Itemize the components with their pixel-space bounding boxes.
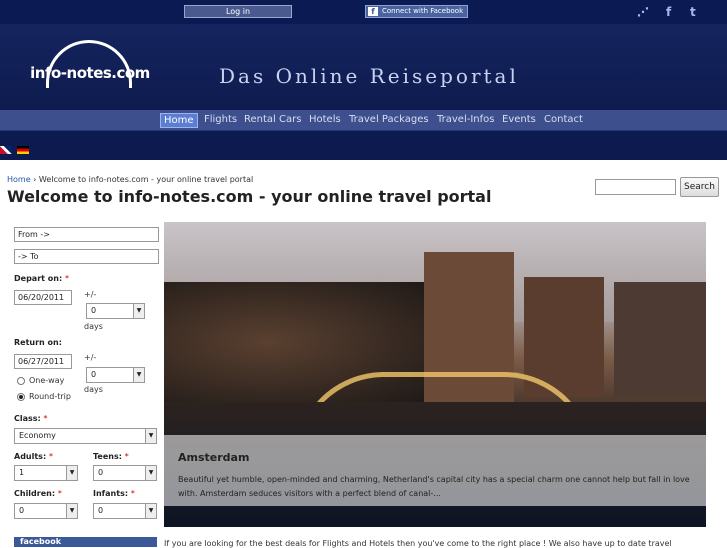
login-button[interactable]: Log in <box>184 5 292 18</box>
children-select[interactable]: 0 ▼ <box>14 503 78 519</box>
chevron-down-icon: ▼ <box>145 504 156 518</box>
logo-text: info-notes.com <box>30 64 150 82</box>
breadcrumb: Home › Welcome to info-notes.com - your … <box>7 175 253 184</box>
top-bar <box>0 0 727 24</box>
breadcrumb-home-link[interactable]: Home <box>7 175 31 184</box>
depart-date-field[interactable]: 06/20/2011 <box>14 290 72 305</box>
chevron-down-icon: ▼ <box>145 466 156 480</box>
required-mark: * <box>124 452 129 461</box>
one-way-radio[interactable] <box>17 377 25 385</box>
breadcrumb-current: Welcome to info-notes.com - your online … <box>38 175 254 184</box>
chevron-down-icon: ▼ <box>133 368 144 382</box>
return-flex-select[interactable]: 0 ▼ <box>86 367 145 383</box>
nav-home[interactable]: Home <box>160 113 198 128</box>
required-mark: * <box>130 489 135 498</box>
class-label-text: Class: <box>14 414 41 423</box>
children-label-text: Children: <box>14 489 56 498</box>
depart-days-label: days <box>84 322 103 331</box>
facebook-connect-button[interactable]: f Connect with Facebook <box>365 5 468 18</box>
round-trip-label: Round-trip <box>29 392 71 401</box>
nav-rental-cars[interactable]: Rental Cars <box>241 113 304 126</box>
depart-flex-select[interactable]: 0 ▼ <box>86 303 145 319</box>
nav-hotels[interactable]: Hotels <box>306 113 344 126</box>
feature-image[interactable]: Amsterdam Beautiful yet humble, open-min… <box>164 222 706 527</box>
feature-title[interactable]: Amsterdam <box>178 451 249 464</box>
logo[interactable]: info-notes.com <box>30 40 150 94</box>
facebook-icon: f <box>368 7 378 16</box>
german-flag-icon[interactable] <box>17 146 29 154</box>
required-mark: * <box>64 274 69 283</box>
depart-label-text: Depart on: <box>14 274 63 283</box>
infants-label-text: Infants: <box>93 489 129 498</box>
class-label: Class: * <box>14 414 48 423</box>
facebook-icon[interactable]: f <box>666 5 671 19</box>
search-button[interactable]: Search <box>680 177 719 197</box>
to-field[interactable]: -> To <box>14 249 159 264</box>
from-field[interactable]: From -> <box>14 227 159 242</box>
depart-label: Depart on: * <box>14 274 69 283</box>
infants-select[interactable]: 0 ▼ <box>93 503 157 519</box>
english-flag-icon[interactable] <box>0 146 12 154</box>
nav-travel-packages[interactable]: Travel Packages <box>346 113 432 126</box>
teens-label: Teens: * <box>93 452 129 461</box>
depart-plusminus: +/- <box>84 290 97 299</box>
adults-label: Adults: * <box>14 452 53 461</box>
children-value: 0 <box>19 506 25 515</box>
nav-contact[interactable]: Contact <box>541 113 586 126</box>
return-date-field[interactable]: 06/27/2011 <box>14 354 72 369</box>
feature-text: Beautiful yet humble, open-minded and ch… <box>178 475 690 498</box>
one-way-label: One-way <box>29 376 65 385</box>
infants-label: Infants: * <box>93 489 135 498</box>
nav-travel-infos[interactable]: Travel-Infos <box>434 113 497 126</box>
required-mark: * <box>48 452 53 461</box>
nav-events[interactable]: Events <box>499 113 539 126</box>
teens-label-text: Teens: <box>93 452 122 461</box>
depart-flex-value: 0 <box>91 306 97 315</box>
required-mark: * <box>57 489 62 498</box>
facebook-connect-label: Connect with Facebook <box>382 7 464 15</box>
slogan: Das Online Reiseportal <box>219 64 519 88</box>
building <box>614 282 706 397</box>
return-days-label: days <box>84 385 103 394</box>
teens-value: 0 <box>98 468 104 477</box>
nav-flights[interactable]: Flights <box>201 113 240 126</box>
page-title: Welcome to info-notes.com - your online … <box>7 187 492 206</box>
search-input[interactable] <box>595 179 676 195</box>
breadcrumb-separator: › <box>30 175 39 184</box>
adults-label-text: Adults: <box>14 452 47 461</box>
facebook-widget[interactable]: facebook <box>14 537 157 547</box>
chevron-down-icon: ▼ <box>133 304 144 318</box>
intro-text: If you are looking for the best deals fo… <box>164 539 672 548</box>
required-mark: * <box>43 414 48 423</box>
return-plusminus: +/- <box>84 353 97 362</box>
return-label: Return on: <box>14 338 62 347</box>
class-value: Economy <box>19 431 56 440</box>
chevron-down-icon: ▼ <box>66 504 77 518</box>
twitter-icon[interactable]: t <box>690 5 696 19</box>
language-bar <box>0 130 727 160</box>
chevron-down-icon: ▼ <box>145 429 156 443</box>
infants-value: 0 <box>98 506 104 515</box>
chevron-down-icon: ▼ <box>66 466 77 480</box>
adults-select[interactable]: 1 ▼ <box>14 465 78 481</box>
teens-select[interactable]: 0 ▼ <box>93 465 157 481</box>
adults-value: 1 <box>19 468 25 477</box>
children-label: Children: * <box>14 489 62 498</box>
round-trip-radio[interactable] <box>17 393 25 401</box>
rss-icon[interactable]: ⋰ <box>637 5 649 19</box>
class-select[interactable]: Economy ▼ <box>14 428 157 444</box>
return-flex-value: 0 <box>91 370 97 379</box>
